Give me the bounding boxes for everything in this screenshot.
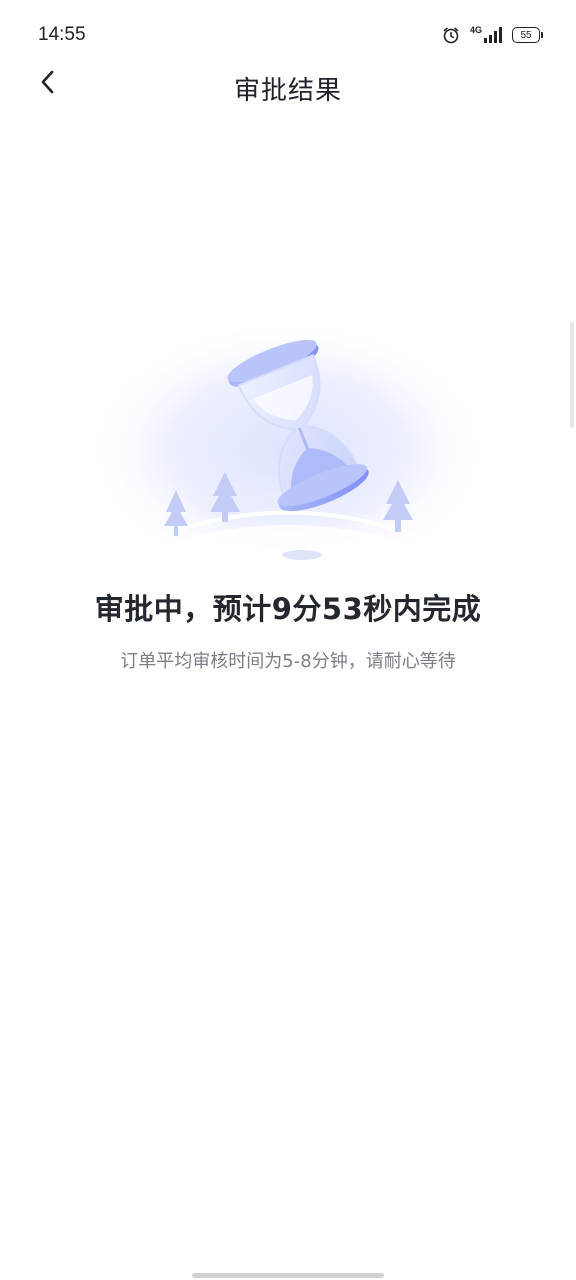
network-type: 4G (469, 25, 482, 35)
approval-status-subtext: 订单平均审核时间为5-8分钟，请耐心等待 (120, 651, 456, 672)
battery-level: 55 (520, 29, 532, 41)
alarm-icon (442, 26, 460, 44)
home-indicator[interactable] (192, 1273, 384, 1278)
status-time: 14:55 (38, 24, 86, 45)
battery-icon: 55 (512, 27, 543, 43)
hourglass-icon (88, 320, 488, 580)
approval-status-heading: 审批中，预计9分53秒内完成 (94, 592, 482, 626)
hourglass-illustration (88, 300, 488, 580)
status-icons: 4G 55 (442, 24, 543, 46)
nav-bar: 审批结果 (0, 60, 576, 110)
page-title: 审批结果 (233, 76, 342, 106)
signal-icon (484, 27, 502, 43)
scrollbar[interactable] (570, 322, 574, 428)
